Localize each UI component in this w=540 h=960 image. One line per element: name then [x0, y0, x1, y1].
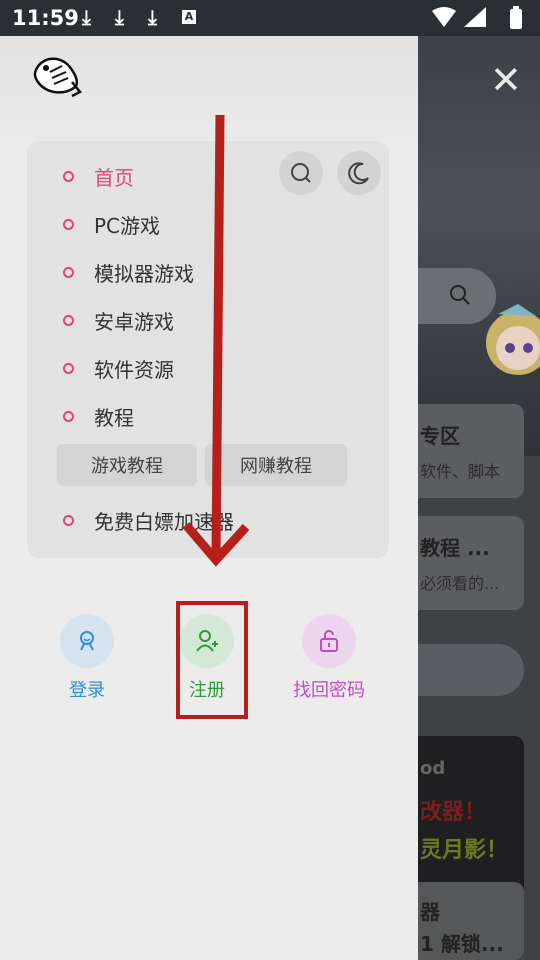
search-icon — [450, 285, 470, 305]
menu-item-emulator-games[interactable]: 模拟器游戏 — [63, 257, 194, 287]
login-label: 登录 — [69, 680, 105, 701]
background-page: ✕ 专区 软件、脚本 教程 ... 必须看的... od 改器！ 灵月影！ 器 … — [418, 36, 540, 960]
wifi-signal-battery-icon — [432, 6, 522, 29]
login-icon — [60, 614, 114, 668]
moon-icon — [348, 162, 369, 185]
recover-password-button[interactable]: 找回密码 — [284, 614, 374, 702]
menu-item-pc-games[interactable]: PC游戏 — [63, 209, 160, 239]
login-button[interactable]: 登录 — [42, 614, 132, 702]
status-time: 11:59 — [12, 6, 79, 30]
font-a-icon: A — [182, 10, 196, 24]
sub-button-game-tutorials[interactable]: 游戏教程 — [57, 444, 197, 486]
banner-text: od — [420, 758, 446, 779]
annotation-highlight-box — [176, 601, 248, 719]
background-card: 教程 ... 必须看的... — [418, 516, 524, 610]
menu-item-home[interactable]: 首页 — [63, 161, 134, 191]
close-icon[interactable]: ✕ — [490, 58, 522, 102]
menu-item-label: 安卓游戏 — [94, 309, 174, 334]
search-icon — [291, 163, 311, 183]
status-right-icons — [430, 5, 530, 35]
bullet-icon — [63, 314, 74, 326]
banner-text: 灵月影！ — [420, 838, 509, 863]
menu-item-android-games[interactable]: 安卓游戏 — [63, 305, 174, 335]
download-icon: ⤓ — [115, 5, 124, 29]
bullet-icon — [63, 362, 74, 374]
anime-mascot-image — [486, 304, 540, 375]
banner-text: 改器！ — [420, 800, 487, 825]
card-subtitle: 必须看的... — [420, 574, 500, 593]
recover-password-label: 找回密码 — [293, 680, 365, 701]
menu-item-label: 软件资源 — [94, 357, 174, 382]
menu-item-label: 模拟器游戏 — [94, 261, 194, 286]
bullet-icon — [63, 266, 74, 278]
background-pill — [418, 644, 524, 696]
menu-item-software[interactable]: 软件资源 — [63, 353, 174, 383]
menu-item-tutorials[interactable]: 教程 — [63, 401, 134, 431]
bullet-icon — [63, 410, 74, 422]
menu-item-label: PC游戏 — [94, 213, 161, 238]
background-card: 器 1 解锁... — [418, 882, 524, 960]
download-icon: ⤓ — [82, 5, 91, 29]
card-subtitle: 软件、脚本 — [420, 462, 501, 481]
status-bar: 11:59 ⤓ ⤓ ⤓ A — [0, 0, 540, 36]
background-card: 专区 软件、脚本 — [418, 404, 524, 498]
bullet-icon — [63, 170, 74, 182]
search-button[interactable] — [279, 151, 323, 195]
fish-logo-icon[interactable] — [32, 52, 82, 98]
card-title: 专区 — [420, 424, 460, 448]
bullet-icon — [63, 218, 74, 230]
menu-item-label: 首页 — [94, 165, 134, 190]
card-title: 教程 ... — [420, 536, 490, 560]
card-title: 器 — [420, 900, 440, 924]
menu-item-label: 教程 — [94, 405, 134, 430]
dark-mode-button[interactable] — [337, 151, 381, 195]
card-title: 1 解锁... — [420, 932, 504, 956]
download-icon: ⤓ — [148, 5, 157, 29]
unlock-icon — [302, 614, 356, 668]
bullet-icon — [63, 514, 74, 526]
annotation-arrow-icon — [182, 115, 250, 567]
